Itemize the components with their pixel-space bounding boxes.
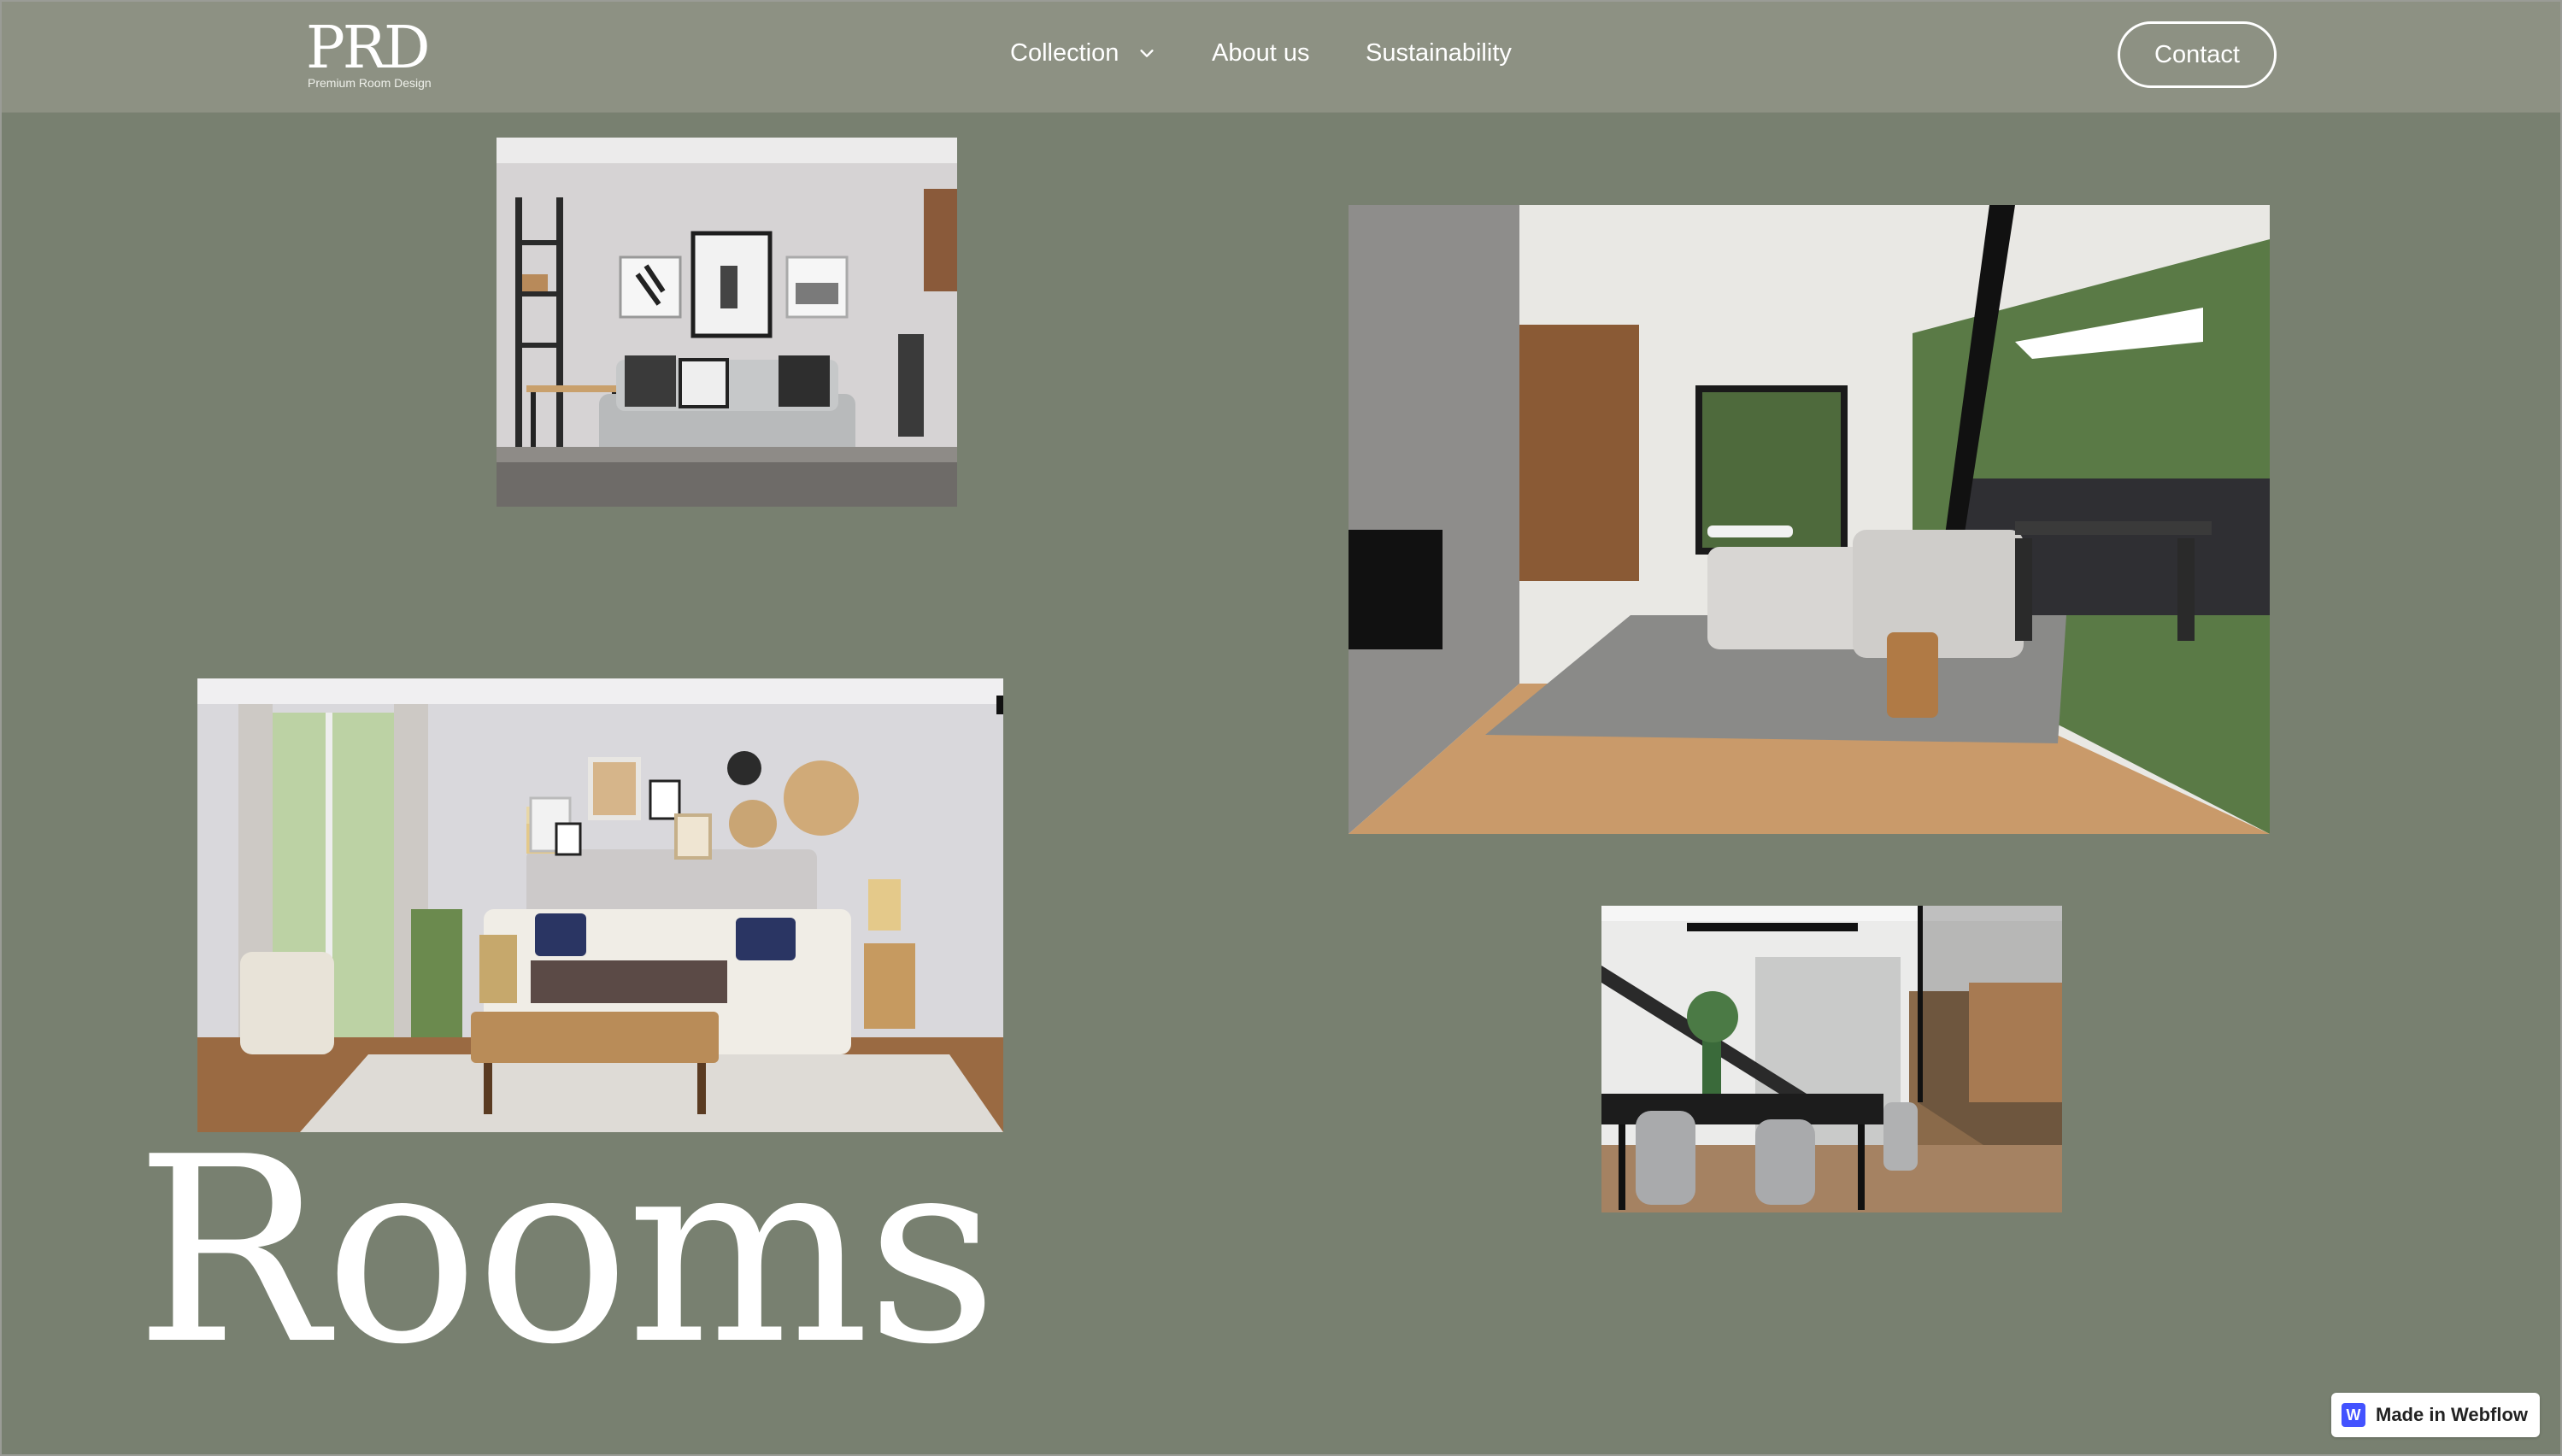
gallery-image-living-room [497, 138, 957, 507]
nav-collection-label: Collection [1010, 39, 1119, 67]
chevron-down-icon [1140, 50, 1155, 57]
contact-button[interactable]: Contact [2118, 21, 2277, 88]
gallery-image-bedroom [197, 678, 1003, 1132]
page-heading: Rooms [135, 1102, 998, 1400]
logo-mark: PRD [306, 15, 430, 82]
nav-collection-dropdown[interactable]: Collection [1010, 34, 1156, 72]
nav-about-us[interactable]: About us [1212, 34, 1309, 72]
made-in-webflow-badge[interactable]: W Made in Webflow [2331, 1393, 2540, 1437]
gallery-image-open-plan-living [1349, 205, 2270, 834]
badge-label: Made in Webflow [2376, 1404, 2529, 1425]
nav-sustainability[interactable]: Sustainability [1366, 34, 1512, 72]
navbar: PRD Premium Room Design Collection About… [0, 0, 2562, 113]
webflow-logo-icon: W [2342, 1403, 2365, 1427]
logo-tagline: Premium Room Design [308, 76, 432, 90]
brand-logo[interactable]: PRD Premium Room Design [306, 19, 451, 96]
gallery-image-dining-area [1601, 906, 2062, 1212]
